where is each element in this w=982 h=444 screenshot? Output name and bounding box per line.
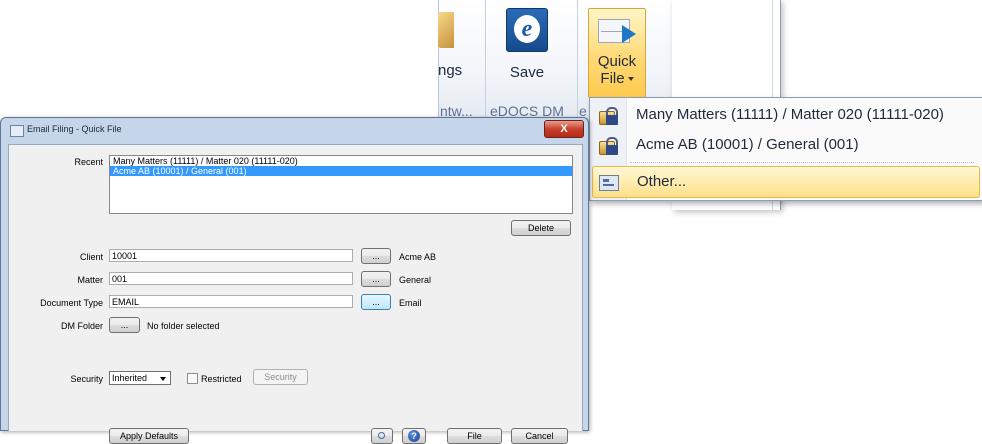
quick-file-label-line1: Quick xyxy=(597,53,637,70)
restricted-checkbox[interactable] xyxy=(187,373,198,384)
recent-list-item-selected[interactable]: Acme AB (10001) / General (001) xyxy=(110,166,572,176)
help-icon: ? xyxy=(408,430,420,442)
matter-label: Matter xyxy=(77,275,103,285)
document-type-label: Document Type xyxy=(40,298,103,308)
zoom-button[interactable] xyxy=(371,428,393,444)
locked-folder-icon xyxy=(598,107,618,125)
matter-name: General xyxy=(399,275,432,285)
menu-item-recent-1[interactable]: Many Matters (11111) / Matter 020 (11111… xyxy=(592,100,978,130)
quick-file-envelope-icon xyxy=(598,15,636,45)
help-button[interactable]: ? xyxy=(402,428,426,444)
matter-input[interactable]: 001 xyxy=(109,272,353,285)
settings-icon xyxy=(438,12,454,48)
menu-separator xyxy=(630,162,974,163)
quick-file-menu: Many Matters (11111) / Matter 020 (11111… xyxy=(589,97,982,201)
dm-folder-label: DM Folder xyxy=(60,321,103,331)
close-button[interactable]: X xyxy=(544,120,584,138)
security-button[interactable]: Security xyxy=(253,369,308,385)
menu-item-label: Acme AB (10001) / General (001) xyxy=(636,136,859,153)
delete-button[interactable]: Delete xyxy=(511,220,571,236)
restricted-label: Restricted xyxy=(201,374,242,384)
email-filing-dialog: Email Filing - Quick File X Recent Many … xyxy=(0,117,589,444)
save-ribbon-label: Save xyxy=(509,64,545,81)
client-label: Client xyxy=(79,252,103,262)
client-input[interactable]: 10001 xyxy=(109,249,353,262)
ribbon-separator xyxy=(485,0,486,122)
edocs-save-icon: e xyxy=(506,8,548,52)
menu-item-label: Other... xyxy=(637,173,687,190)
menu-item-recent-2[interactable]: Acme AB (10001) / General (001) xyxy=(592,130,978,160)
file-button[interactable]: File xyxy=(447,428,502,444)
menu-item-other[interactable]: Other... xyxy=(592,166,980,198)
quick-file-label-line2: File xyxy=(600,70,625,87)
security-select-value: Inherited xyxy=(112,373,148,383)
chevron-down-icon xyxy=(160,377,166,381)
form-icon xyxy=(599,175,619,191)
dialog-client-area: Recent Many Matters (11111) / Matter 020… xyxy=(8,144,583,444)
apply-defaults-button[interactable]: Apply Defaults xyxy=(109,428,189,444)
document-type-name: Email xyxy=(399,298,422,308)
chevron-down-icon xyxy=(627,77,634,82)
matter-browse-button[interactable]: ... xyxy=(361,271,391,287)
client-browse-button[interactable]: ... xyxy=(361,248,391,264)
save-ribbon-button[interactable]: e Save xyxy=(498,8,556,93)
settings-ribbon-label: ngs xyxy=(438,62,463,79)
recent-list-item[interactable]: Many Matters (11111) / Matter 020 (11111… xyxy=(110,156,572,166)
recent-label: Recent xyxy=(74,157,103,167)
quick-file-ribbon-button[interactable]: Quick File xyxy=(588,8,646,98)
dm-folder-value: No folder selected xyxy=(147,321,220,331)
dialog-title: Email Filing - Quick File xyxy=(27,124,122,134)
menu-item-label: Many Matters (11111) / Matter 020 (11111… xyxy=(636,106,944,123)
cancel-button[interactable]: Cancel xyxy=(511,428,568,444)
dialog-titlebar[interactable]: Email Filing - Quick File X xyxy=(1,118,588,142)
ribbon-separator xyxy=(577,0,578,122)
locked-folder-icon xyxy=(598,137,618,155)
security-select[interactable]: Inherited xyxy=(109,371,171,385)
settings-ribbon-button[interactable]: ngs xyxy=(438,0,480,100)
security-label: Security xyxy=(70,374,103,384)
recent-listbox[interactable]: Many Matters (11111) / Matter 020 (11111… xyxy=(109,155,573,214)
client-name: Acme AB xyxy=(399,252,437,262)
window-icon xyxy=(10,125,24,137)
magnifier-icon xyxy=(378,432,385,439)
document-type-browse-button[interactable]: ... xyxy=(361,294,391,310)
dm-folder-browse-button[interactable]: ... xyxy=(109,317,140,333)
document-type-input[interactable]: EMAIL xyxy=(109,295,353,308)
